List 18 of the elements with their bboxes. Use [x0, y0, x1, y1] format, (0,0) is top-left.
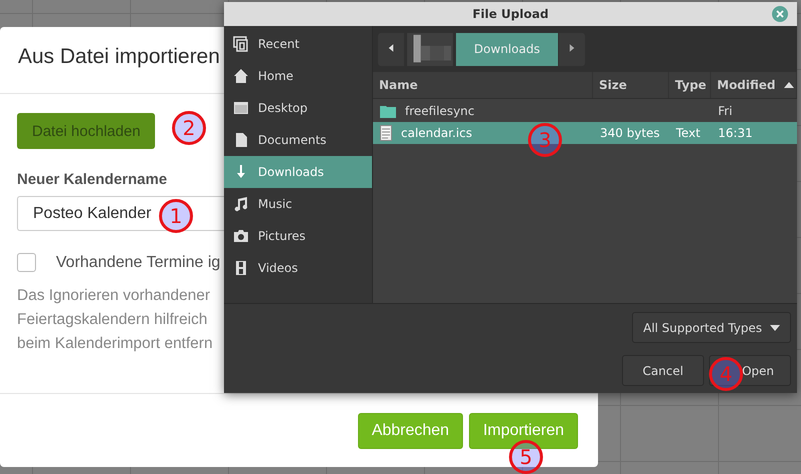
help-text: Feiertagskalendern hilfreich [17, 310, 208, 330]
help-text: beim Kalenderimport entfern [17, 334, 213, 354]
step-marker: 4 [709, 357, 743, 391]
dialog-title: Aus Datei importieren [18, 45, 220, 70]
file-name: calendar.ics [401, 126, 472, 140]
file-name: freefilesync [405, 104, 474, 118]
step-marker: 2 [172, 111, 206, 145]
file-type: Text [676, 126, 700, 140]
modified-time: Fri [718, 104, 732, 118]
window-title: File Upload [472, 7, 549, 21]
field-label: Neuer Kalendername [17, 171, 168, 188]
checkbox-label: Vorhandene Termine ig [56, 254, 220, 272]
file-size: 340 bytes [600, 126, 660, 140]
step-marker: 1 [159, 199, 193, 233]
step-marker: 3 [528, 123, 562, 157]
help-text: Das Ignorieren vorhandener [17, 286, 212, 306]
modified-time: 16:31 [718, 126, 753, 140]
step-marker: 5 [509, 440, 543, 474]
